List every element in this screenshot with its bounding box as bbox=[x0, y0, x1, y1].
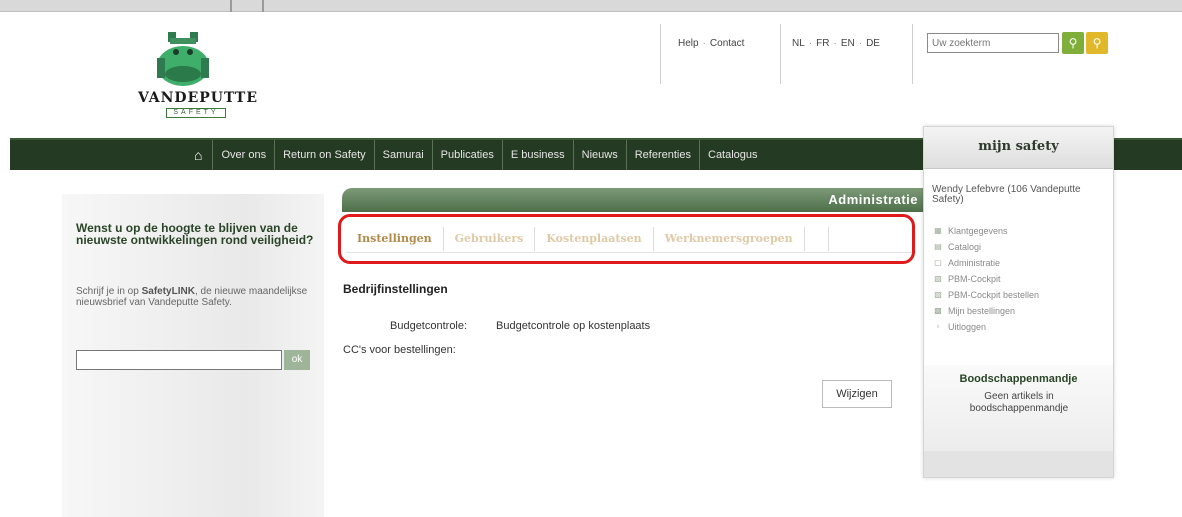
basket-empty-text: Geen artikels in boodschappenmandje bbox=[969, 391, 1069, 414]
nav-item-samurai[interactable]: Samurai bbox=[375, 140, 433, 170]
mijn-safety-header: mijn safety bbox=[924, 127, 1113, 169]
cc-label: CC's voor bestellingen: bbox=[343, 344, 456, 356]
mijn-safety-menu: ▦ Klantgegevens ▤ Catalogi ▢ Administratie … bbox=[932, 223, 1108, 335]
lang-fr[interactable]: FR bbox=[816, 38, 829, 49]
menu-item-label: Mijn bestellingen bbox=[948, 306, 1016, 316]
order-icon: ▨ bbox=[934, 290, 942, 299]
nav-item-e-business[interactable]: E business bbox=[503, 140, 574, 170]
menu-item-label: Klantgegevens bbox=[948, 226, 1008, 236]
menu-item-label: Uitloggen bbox=[948, 322, 987, 332]
mijn-safety-panel: mijn safety Wendy Lefebvre (106 Vandeput… bbox=[923, 126, 1114, 478]
newsletter-ok-button[interactable]: ok bbox=[284, 350, 310, 370]
section-title: Bedrijfinstellingen bbox=[343, 282, 448, 296]
help-link[interactable]: Help bbox=[678, 38, 699, 49]
menu-item-label: PBM-Cockpit bestellen bbox=[948, 290, 1040, 300]
menu-item-mijn-bestellingen[interactable]: ▩ Mijn bestellingen bbox=[932, 303, 1108, 319]
menu-item-pbm-cockpit-bestellen[interactable]: ▨ PBM-Cockpit bestellen bbox=[932, 287, 1108, 303]
document-icon: ▢ bbox=[934, 258, 942, 267]
search-icon: ⚲ bbox=[1068, 36, 1078, 50]
divider bbox=[780, 24, 781, 84]
menu-item-klantgegevens[interactable]: ▦ Klantgegevens bbox=[932, 223, 1108, 239]
logo-mascot-icon bbox=[157, 32, 209, 86]
newsletter-title: Wenst u op de hoogte te blijven van de n… bbox=[76, 221, 314, 247]
edit-button[interactable]: Wijzigen bbox=[822, 380, 892, 408]
menu-item-administratie[interactable]: ▢ Administratie bbox=[932, 255, 1108, 271]
panel-footer bbox=[924, 451, 1113, 477]
divider bbox=[230, 0, 232, 12]
brand-name: VANDEPUTTE bbox=[138, 90, 258, 106]
search-input[interactable] bbox=[927, 33, 1059, 53]
brand-subtitle: SAFETY bbox=[166, 108, 226, 118]
divider bbox=[660, 24, 661, 84]
lang-en[interactable]: EN bbox=[841, 38, 855, 49]
newsletter-brand: SafetyLINK bbox=[141, 286, 195, 297]
nav-item-publicaties[interactable]: Publicaties bbox=[433, 140, 503, 170]
home-icon[interactable]: ⌂ bbox=[194, 140, 214, 170]
budget-value: Budgetcontrole op kostenplaats bbox=[496, 320, 651, 332]
newsletter-panel: Wenst u op de hoogte te blijven van de n… bbox=[62, 194, 324, 517]
newsletter-text: Schrijf je in op SafetyLINK, de nieuwe m… bbox=[76, 286, 316, 308]
nav-item-nieuws[interactable]: Nieuws bbox=[574, 140, 627, 170]
menu-item-catalogi[interactable]: ▤ Catalogi bbox=[932, 239, 1108, 255]
newsletter-text-pre: Schrijf je in op bbox=[76, 286, 142, 297]
browser-top-strip bbox=[0, 0, 1182, 12]
nav-item-over-ons[interactable]: Over ons bbox=[213, 140, 276, 170]
mijn-safety-title: mijn safety bbox=[978, 139, 1059, 154]
menu-item-label: Administratie bbox=[948, 258, 1001, 268]
highlight-outline bbox=[338, 214, 915, 264]
site-logo[interactable]: VANDEPUTTE SAFETY bbox=[118, 28, 278, 148]
menu-item-label: PBM-Cockpit bbox=[948, 274, 1001, 284]
menu-item-label: Catalogi bbox=[948, 242, 982, 252]
zoom-search-icon: ⚲ bbox=[1092, 36, 1102, 50]
user-name: Wendy Lefebvre (106 Vandeputte Safety) bbox=[932, 184, 1081, 205]
lang-nl[interactable]: NL bbox=[792, 38, 805, 49]
book-icon: ▤ bbox=[934, 242, 942, 251]
lang-de[interactable]: DE bbox=[866, 38, 880, 49]
newsletter-email-input[interactable] bbox=[76, 350, 282, 370]
nav-item-return-on-safety[interactable]: Return on Safety bbox=[275, 140, 375, 170]
admin-title: Administratie bbox=[828, 192, 918, 207]
budget-label: Budgetcontrole: bbox=[390, 320, 468, 332]
chart-icon: ▩ bbox=[934, 306, 942, 315]
language-switcher: NL · FR · EN · DE bbox=[792, 38, 880, 49]
help-contact-links: Help · Contact bbox=[678, 38, 745, 49]
divider bbox=[262, 0, 264, 12]
admin-header: Administratie bbox=[342, 188, 924, 212]
shopping-basket: Boodschappenmandje Geen artikels in bood… bbox=[924, 365, 1113, 451]
basket-title[interactable]: Boodschappenmandje bbox=[924, 373, 1113, 385]
users-icon: ▦ bbox=[934, 226, 942, 235]
nav-item-referenties[interactable]: Referenties bbox=[627, 140, 700, 170]
nav-item-catalogus[interactable]: Catalogus bbox=[700, 140, 766, 170]
menu-item-pbm-cockpit[interactable]: ▧ PBM-Cockpit bbox=[932, 271, 1108, 287]
search-button[interactable]: ⚲ bbox=[1062, 32, 1084, 54]
advanced-search-button[interactable]: ⚲ bbox=[1086, 32, 1108, 54]
contact-link[interactable]: Contact bbox=[710, 38, 744, 49]
people-icon: ▧ bbox=[934, 274, 942, 283]
menu-item-uitloggen[interactable]: ▫ Uitloggen bbox=[932, 319, 1108, 335]
logout-icon: ▫ bbox=[936, 322, 940, 331]
nav-extension bbox=[1114, 140, 1182, 170]
divider bbox=[912, 24, 913, 84]
